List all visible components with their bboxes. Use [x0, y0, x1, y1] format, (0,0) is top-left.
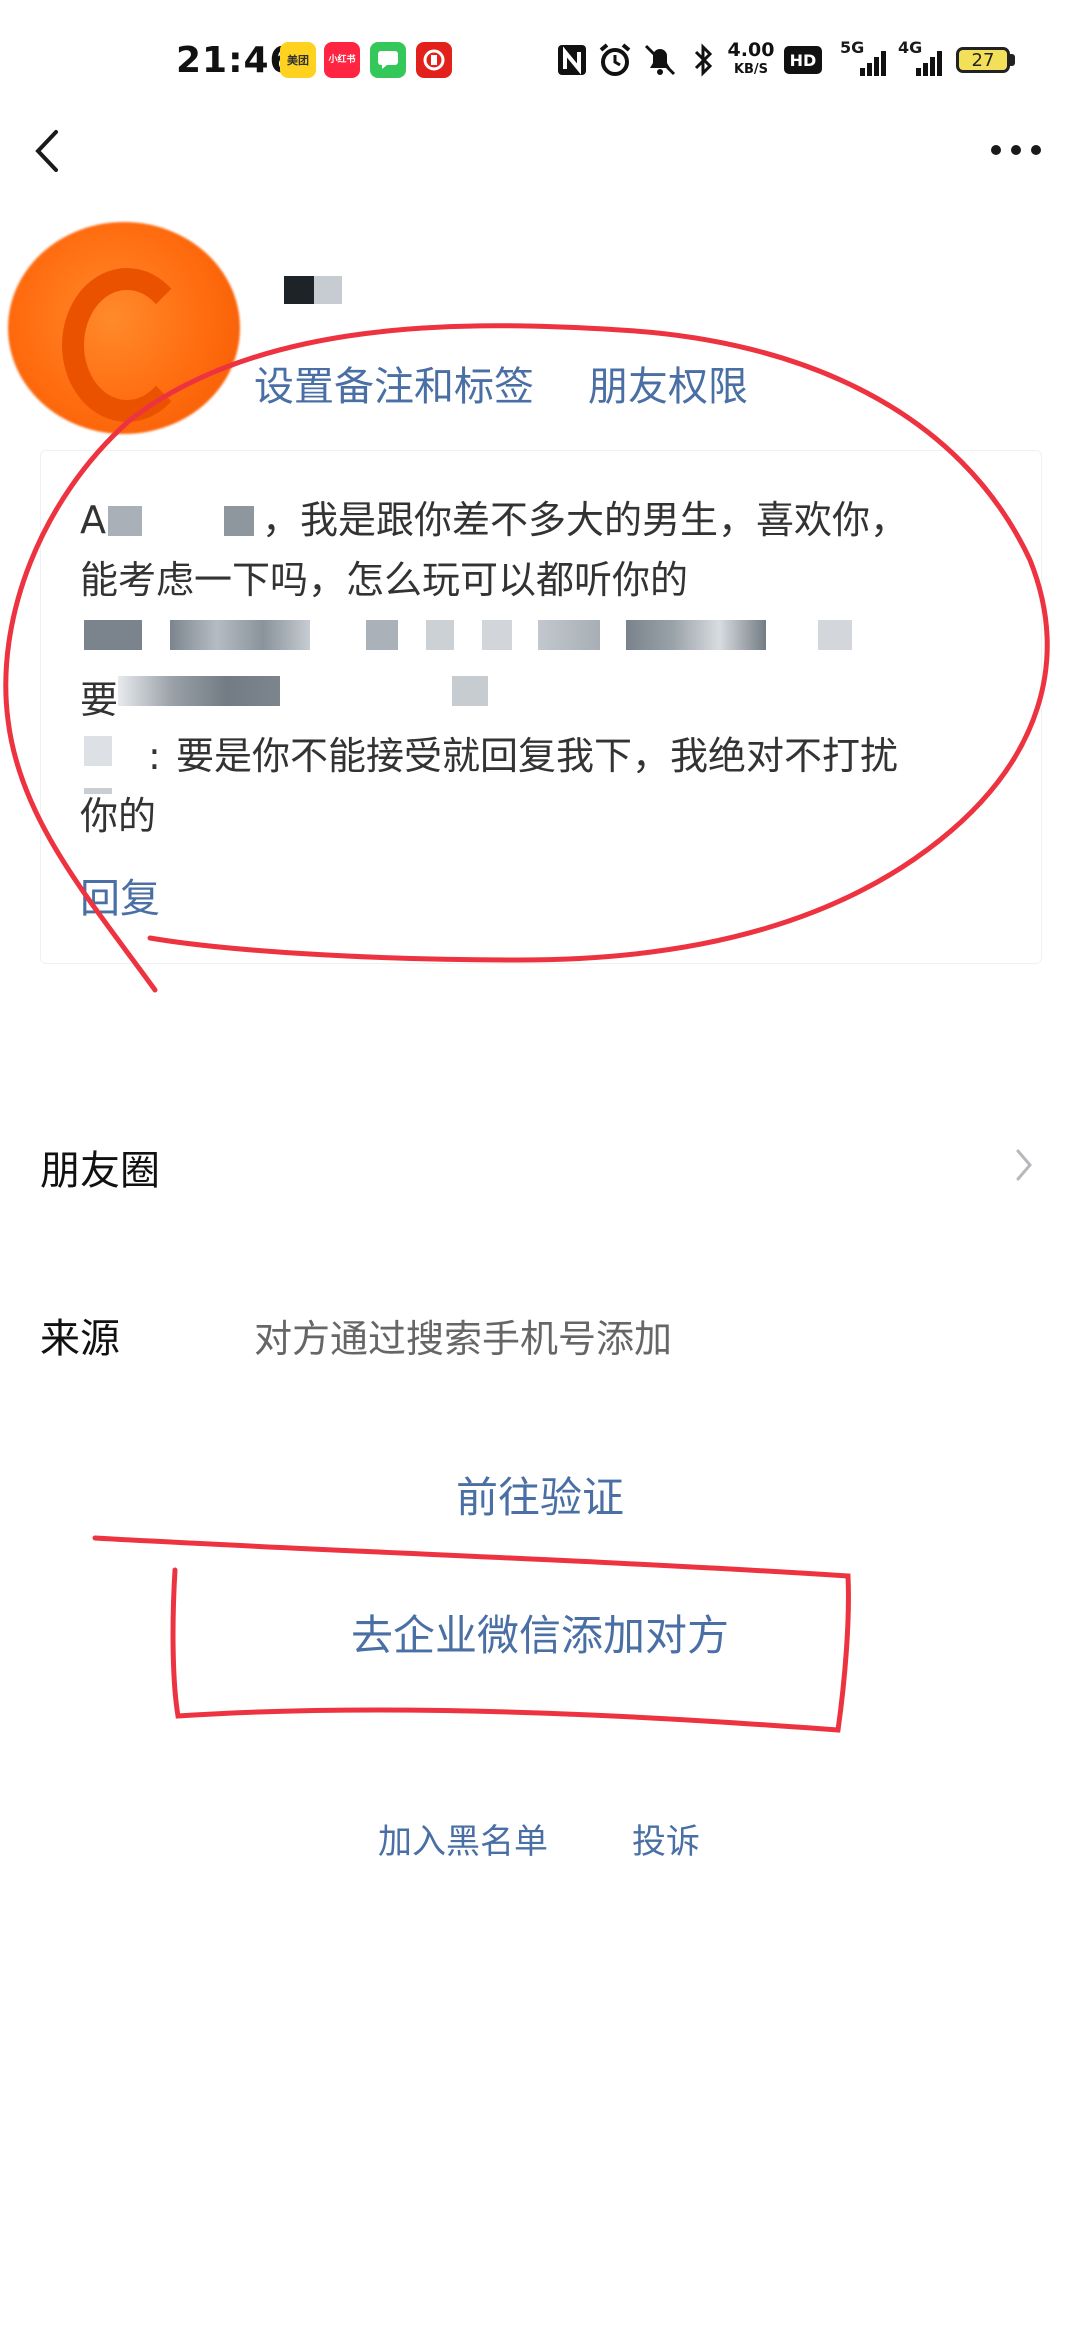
reply-button[interactable]: 回复 [80, 866, 160, 924]
request-line-4-prefix: 要 [80, 678, 119, 722]
redacted-block [224, 506, 254, 536]
messages-app-icon [370, 42, 406, 78]
signal-1-icon [860, 50, 888, 80]
redacted-block [118, 676, 280, 706]
net-speed: 4.00 KB/S [727, 39, 775, 77]
redacted-block [84, 620, 142, 650]
redacted-block [538, 620, 600, 650]
redacted-block [108, 506, 142, 536]
go-verify-button[interactable]: 前往验证 [0, 1464, 1080, 1525]
bluetooth-icon [692, 42, 716, 86]
request-line-6: 你的 [80, 794, 157, 838]
redacted-block [426, 620, 454, 650]
redacted-block [452, 676, 488, 706]
friend-permissions-link[interactable]: 朋友权限 [588, 354, 748, 412]
battery-tip [1010, 54, 1015, 66]
battery-icon: 27 [956, 47, 1010, 73]
mute-bell-icon [642, 42, 678, 86]
request-line-1: ，我是跟你差不多大的男生，喜欢你， [262, 498, 909, 542]
add-to-blacklist-link[interactable]: 加入黑名单 [378, 1814, 548, 1863]
request-line-2: 能考虑一下吗，怎么玩可以都听你的 [80, 558, 689, 602]
request-line-1-prefix: A [80, 498, 106, 542]
report-link[interactable]: 投诉 [632, 1814, 700, 1863]
status-bar: 21:46 美团 小红书 4.00 KB/S HD 5G 4G 27 [0, 0, 1080, 120]
xiaohongshu-app-icon: 小红书 [324, 42, 360, 78]
nickname-redacted [284, 276, 314, 304]
source-label: 来源 [40, 1316, 120, 1362]
status-time: 21:46 [176, 40, 296, 81]
redacted-block [818, 620, 852, 650]
request-line-5-colon: : [148, 734, 161, 778]
avatar-scribble [62, 268, 192, 422]
add-via-wecom-button[interactable]: 去企业微信添加对方 [0, 1602, 1080, 1663]
nfc-icon [556, 42, 588, 86]
request-line-5: 要是你不能接受就回复我下，我绝对不打扰 [176, 734, 899, 778]
alarm-icon [598, 42, 632, 86]
chevron-right-icon [1010, 1145, 1038, 1185]
redacted-block [626, 620, 766, 650]
more-options-button[interactable] [988, 140, 1044, 160]
hd-voice-badge: HD [784, 46, 822, 74]
moments-label: 朋友圈 [40, 1148, 160, 1194]
set-remark-tags-link[interactable]: 设置备注和标签 [254, 354, 534, 412]
bank-app-icon [416, 42, 452, 78]
redacted-block [482, 620, 512, 650]
nickname-redacted-2 [314, 276, 342, 304]
signal-2-icon [916, 50, 944, 80]
meituan-app-icon: 美团 [280, 42, 316, 78]
moments-row[interactable]: 朋友圈 [0, 1108, 1080, 1218]
redacted-block [84, 736, 112, 766]
source-value: 对方通过搜索手机号添加 [254, 1317, 673, 1361]
back-button[interactable] [28, 126, 68, 176]
redacted-block [170, 620, 310, 650]
redacted-block [366, 620, 398, 650]
